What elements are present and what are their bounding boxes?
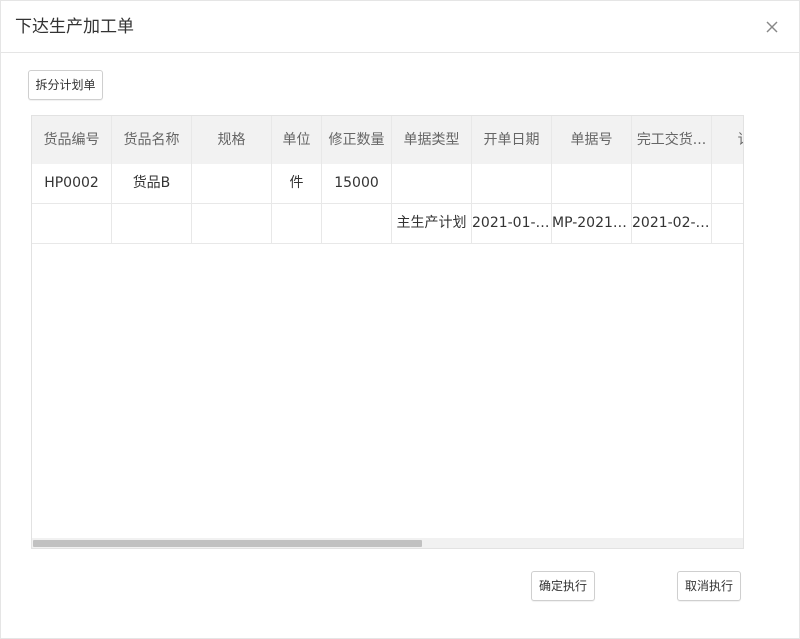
table-cell: 15 — [712, 204, 744, 243]
table-cell — [632, 164, 712, 203]
table-cell — [392, 164, 472, 203]
table-cell: 15000 — [322, 164, 392, 203]
dialog-title: 下达生产加工单 — [15, 17, 134, 37]
dialog-header: 下达生产加工单 — [1, 1, 800, 53]
split-plan-button[interactable]: 拆分计划单 — [28, 70, 103, 100]
table-cell: 货品B — [112, 164, 192, 203]
horizontal-scrollbar-thumb[interactable] — [33, 540, 422, 547]
column-header-unit[interactable]: 单位 — [272, 116, 322, 164]
table-row[interactable]: HP0002 货品B 件 15000 — [32, 164, 743, 204]
table-cell: 主生产计划 — [392, 204, 472, 243]
table-cell: 2021-02-26 — [632, 204, 712, 243]
column-header-order-date[interactable]: 开单日期 — [472, 116, 552, 164]
grid-header: 货品编号 货品名称 规格 单位 修正数量 单据类型 开单日期 单据号 完工交货.… — [32, 116, 744, 164]
column-header-item-name[interactable]: 货品名称 — [112, 116, 192, 164]
production-grid: 货品编号 货品名称 规格 单位 修正数量 单据类型 开单日期 单据号 完工交货.… — [31, 115, 744, 549]
table-cell — [192, 164, 272, 203]
column-header-spec[interactable]: 规格 — [192, 116, 272, 164]
column-header-doc-number[interactable]: 单据号 — [552, 116, 632, 164]
column-header-order[interactable]: 订单 — [712, 116, 744, 164]
confirm-execute-button[interactable]: 确定执行 — [531, 571, 595, 601]
table-row[interactable]: 主生产计划 2021-01-21 MP-2021-... 2021-02-26 … — [32, 204, 744, 244]
column-header-item-code[interactable]: 货品编号 — [32, 116, 112, 164]
table-cell — [322, 204, 392, 243]
horizontal-scrollbar[interactable] — [32, 538, 743, 548]
table-cell — [272, 204, 322, 243]
table-cell — [552, 164, 632, 203]
column-header-delivery-date[interactable]: 完工交货... — [632, 116, 712, 164]
table-cell: 2021-01-21 — [472, 204, 552, 243]
table-cell — [192, 204, 272, 243]
column-header-adjusted-qty[interactable]: 修正数量 — [322, 116, 392, 164]
table-cell — [32, 204, 112, 243]
column-header-doc-type[interactable]: 单据类型 — [392, 116, 472, 164]
table-cell: MP-2021-... — [552, 204, 632, 243]
table-cell: 件 — [272, 164, 322, 203]
table-cell — [112, 204, 192, 243]
close-icon[interactable] — [763, 18, 781, 36]
cancel-execute-button[interactable]: 取消执行 — [677, 571, 741, 601]
dialog: 下达生产加工单 拆分计划单 货品编号 货品名称 规格 单位 修正数量 单据类型 … — [0, 0, 800, 639]
table-cell — [712, 164, 743, 203]
table-cell — [472, 164, 552, 203]
table-cell: HP0002 — [32, 164, 112, 203]
